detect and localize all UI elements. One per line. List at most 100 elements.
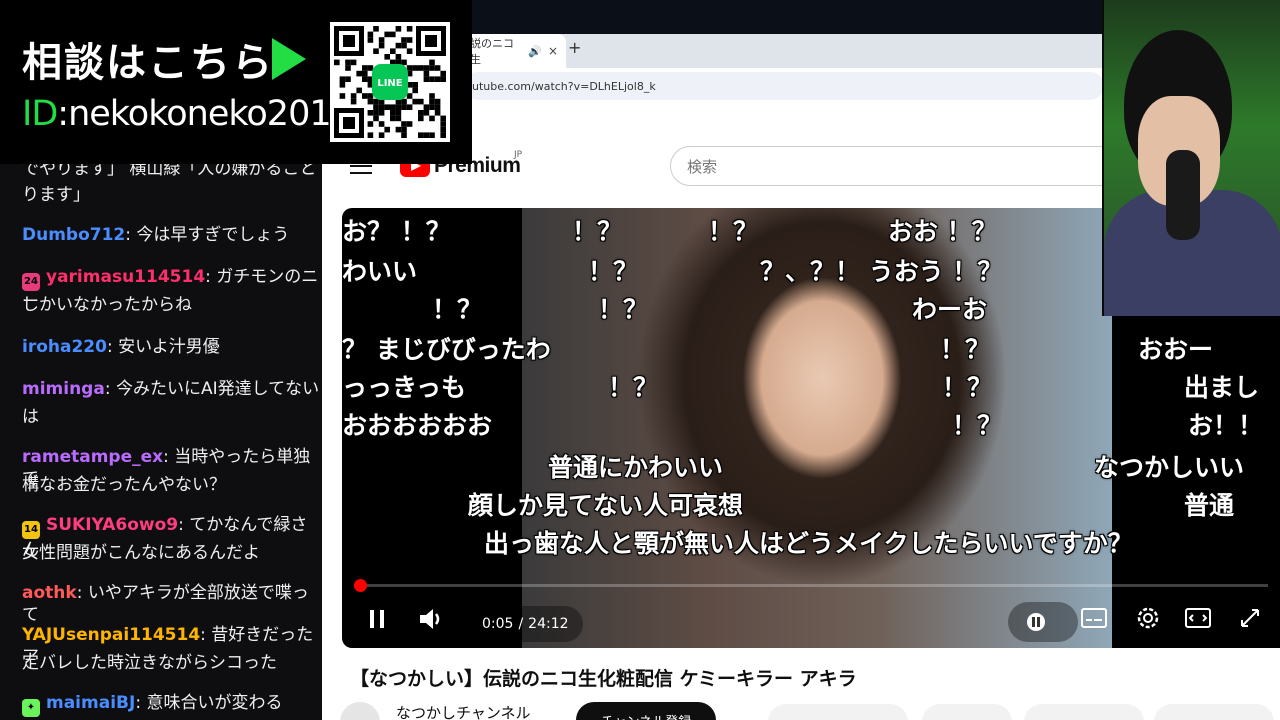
chat-text: しかいなかったからね: [22, 295, 192, 315]
tab-close-icon[interactable]: ×: [548, 44, 558, 58]
chat-message: しかいなかったからね: [22, 294, 322, 316]
time-display: 0:05 / 24:12: [468, 606, 583, 642]
chat-text: : 意味合いが変わる: [135, 693, 283, 713]
danmaku-comment: お？ ！？: [342, 217, 451, 246]
share-button[interactable]: [922, 704, 1012, 720]
chat-message: aothk: いやアキラが全部放送で喋って: [22, 582, 322, 626]
clip-button[interactable]: [1024, 704, 1144, 720]
banner-title: 相談はこちら: [22, 40, 274, 86]
video-title: 【なつかしい】伝説のニコ生化粧配信 ケミーキラー アキラ: [350, 668, 857, 690]
line-qr-code: LINE: [330, 22, 450, 142]
chat-username[interactable]: Dumbo712: [22, 225, 125, 245]
theater-mode-icon[interactable]: [1184, 606, 1212, 634]
danmaku-comment: ！？: [708, 217, 759, 246]
browser-tab[interactable]: 説のニコ生 🔊 ×: [462, 34, 566, 68]
chat-message: ✦ maimaiBJ: 意味合いが変わる: [22, 692, 322, 717]
save-button[interactable]: [1154, 704, 1274, 720]
danmaku-comment: なつかしいい: [1094, 453, 1245, 482]
channel-name[interactable]: なつかしチャンネル: [396, 702, 531, 720]
chat-message: miminga: 今みたいにAI発達してない: [22, 378, 322, 400]
danmaku-comment: おおおおおお: [342, 411, 493, 440]
tab-title: 説のニコ生: [470, 37, 514, 66]
speaker-icon: 🔊: [528, 44, 542, 58]
channel-avatar[interactable]: [340, 702, 380, 720]
danmaku-comment: っっきっも: [342, 373, 467, 402]
chat-text: 女性問題がこんなにあるんだよ: [22, 543, 260, 563]
danmaku-comment: ！？: [608, 373, 659, 402]
chat-username[interactable]: yarimasu114514: [46, 267, 205, 287]
danmaku-comment: わーお: [912, 295, 988, 324]
chat-text: : 安いよ汁男優: [106, 337, 220, 357]
subtitles-icon[interactable]: [1080, 606, 1108, 634]
chat-username[interactable]: iroha220: [22, 337, 107, 357]
banner-id-value: :nekokoneko2018: [57, 94, 353, 134]
settings-gear-icon[interactable]: [1134, 604, 1162, 636]
chat-badge-icon: 24: [22, 273, 40, 291]
chat-text: 定バレした時泣きながらシコった: [22, 653, 277, 673]
time-total: 24:12: [528, 616, 569, 632]
danmaku-comment: 普通: [1184, 491, 1235, 520]
danmaku-comment: お！！: [1188, 411, 1264, 440]
autoplay-toggle[interactable]: [1008, 602, 1078, 642]
chat-message: 定バレした時泣きながらシコった: [22, 652, 322, 674]
chat-username[interactable]: miminga: [22, 379, 105, 399]
stream-layout: 説のニコ生 🔊 × + utube.com/watch?v=DLhELjol8_…: [0, 0, 1280, 720]
chat-text: は: [22, 407, 39, 427]
chat-badge-icon: ✦: [22, 699, 40, 717]
chat-message: 構なお金だったんやない？: [22, 474, 322, 496]
danmaku-comment: ！？: [952, 411, 1003, 440]
microphone-icon: [1166, 150, 1200, 240]
youtube-region-label: JP: [514, 150, 523, 160]
danmaku-comment: おおー: [1138, 335, 1214, 364]
like-button[interactable]: [768, 704, 908, 720]
contact-banner: 相談はこちら ID:nekokoneko2018 LINE: [0, 0, 472, 164]
volume-icon[interactable]: [416, 604, 446, 634]
danmaku-comment: わいい: [342, 257, 418, 286]
subscribe-button[interactable]: チャンネル登録: [576, 702, 716, 720]
chat-text: : 今は早すぎでしょう: [125, 225, 290, 245]
address-bar[interactable]: utube.com/watch?v=DLhELjol8_k: [464, 72, 1104, 100]
line-logo-label: LINE: [377, 78, 402, 89]
fullscreen-icon[interactable]: [1238, 606, 1262, 634]
chat-username[interactable]: aothk: [22, 583, 77, 603]
danmaku-comment: 普通にかわいい: [548, 453, 724, 482]
chat-username[interactable]: SUKIYA6owo9: [46, 515, 178, 535]
play-arrow-icon: [272, 38, 306, 80]
danmaku-comment: ！？: [432, 295, 483, 324]
chat-text: 構なお金だったんやない？: [22, 475, 226, 495]
pause-icon[interactable]: [364, 606, 390, 632]
progress-bar[interactable]: [354, 579, 1268, 592]
chat-text: ります」: [22, 185, 90, 205]
address-bar-url: utube.com/watch?v=DLhELjol8_k: [472, 79, 656, 93]
danmaku-comment: ？ まじびびったわ: [342, 335, 551, 364]
time-current: 0:05: [482, 616, 514, 632]
danmaku-comment: 出っ歯な人と顎が無い人はどうメイクしたらいいですか？: [484, 529, 1133, 558]
chat-username[interactable]: YAJUsenpai114514: [22, 625, 200, 645]
chat-text: : 今みたいにAI発達してない: [104, 379, 320, 399]
danmaku-comment: ！？: [572, 217, 623, 246]
chat-badge-icon: 14: [22, 521, 40, 539]
chat-username[interactable]: rametampe_ex: [22, 447, 163, 467]
chat-username[interactable]: maimaiBJ: [46, 693, 135, 713]
chat-message: Dumbo712: 今は早すぎでしょう: [22, 224, 322, 246]
banner-id: ID:nekokoneko2018: [22, 94, 353, 134]
danmaku-comment: ！？: [588, 257, 639, 286]
chat-message: は: [22, 406, 322, 428]
chat-message: iroha220: 安いよ汁男優: [22, 336, 322, 358]
danmaku-comment: ！？: [942, 373, 993, 402]
webcam-feed: [1102, 0, 1280, 316]
danmaku-comment: おお ！？: [888, 217, 997, 246]
banner-id-prefix: ID: [22, 94, 58, 134]
chat-message: 女性問題がこんなにあるんだよ: [22, 542, 322, 564]
danmaku-comment: ？、？！ うおう ！？: [760, 257, 1003, 286]
search-input[interactable]: 検索: [670, 146, 1130, 186]
new-tab-button[interactable]: +: [568, 38, 581, 57]
danmaku-comment: ！？: [940, 335, 991, 364]
progress-scrubber[interactable]: [354, 579, 367, 592]
search-placeholder: 検索: [687, 157, 718, 176]
danmaku-comment: 顔しか見てない人可哀想: [468, 491, 744, 520]
danmaku-comment: 出まし: [1184, 373, 1260, 402]
chat-message: ります」: [22, 184, 322, 206]
channel-row: なつかしチャンネル チャンネル登録: [340, 698, 1280, 720]
danmaku-comment: ！？: [598, 295, 649, 324]
